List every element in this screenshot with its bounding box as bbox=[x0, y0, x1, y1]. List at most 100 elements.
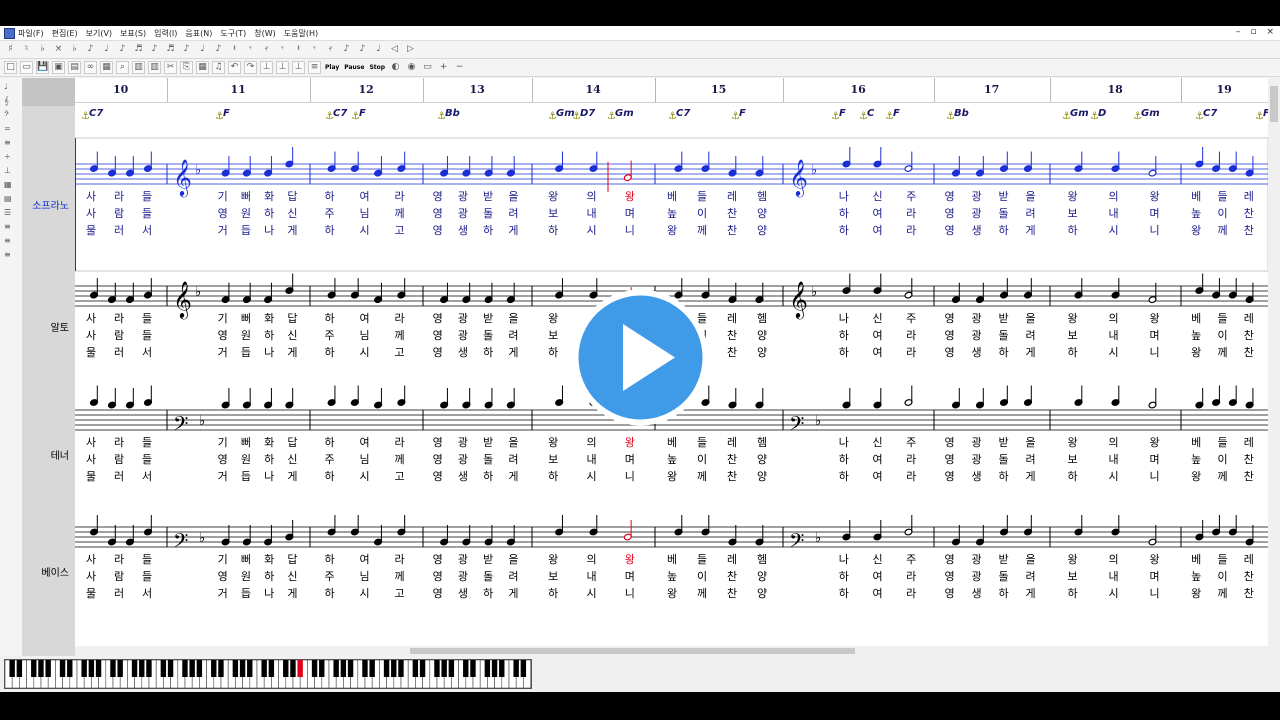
piano-black-key[interactable] bbox=[441, 660, 447, 677]
piano-black-key[interactable] bbox=[311, 660, 318, 677]
toolbar-icon[interactable]: ▥ bbox=[132, 61, 145, 74]
instrument-label-alto[interactable]: 알토 bbox=[22, 319, 75, 334]
piano-black-key[interactable] bbox=[261, 660, 267, 677]
piano-black-key[interactable] bbox=[391, 660, 397, 677]
piano-black-key[interactable] bbox=[131, 660, 138, 677]
play-button[interactable]: Play bbox=[324, 61, 340, 74]
piano-black-key[interactable] bbox=[470, 660, 476, 677]
piano-black-key[interactable] bbox=[463, 660, 469, 677]
menu-item-6[interactable]: 도구(T) bbox=[220, 28, 246, 39]
piano-black-key[interactable] bbox=[419, 660, 426, 677]
note-palette-icon[interactable]: ♪ bbox=[356, 43, 369, 56]
menu-item-1[interactable]: 편집(E) bbox=[52, 28, 78, 39]
toolbar-icon[interactable]: ↶ bbox=[228, 61, 241, 74]
note-palette-icon[interactable]: 𝄾 bbox=[244, 43, 257, 56]
piano-black-key[interactable] bbox=[95, 660, 102, 677]
note-palette-icon[interactable]: ♪ bbox=[340, 43, 353, 56]
piano-black-key[interactable] bbox=[268, 660, 275, 677]
piano-black-key[interactable] bbox=[146, 660, 152, 677]
piano-black-key[interactable] bbox=[16, 660, 23, 677]
toolbar-icon[interactable]: □ bbox=[4, 61, 17, 74]
horizontal-scrollbar[interactable] bbox=[75, 646, 1268, 656]
toolbar-icon[interactable]: ✂ bbox=[164, 61, 177, 74]
piano-black-key[interactable] bbox=[167, 660, 174, 677]
toolbar-icon[interactable]: ↷ bbox=[244, 61, 257, 74]
measure-number[interactable]: 17 bbox=[984, 83, 999, 96]
toolbar-icon[interactable]: ▥ bbox=[148, 61, 161, 74]
pause-button[interactable]: Pause bbox=[343, 61, 365, 74]
vertical-scrollbar[interactable] bbox=[1268, 78, 1280, 672]
menu-item-5[interactable]: 음표(N) bbox=[185, 28, 212, 39]
toolbar-icon[interactable]: ⌕ bbox=[116, 61, 129, 74]
play-icon[interactable] bbox=[569, 286, 712, 429]
piano-black-key[interactable] bbox=[160, 660, 167, 677]
left-tool-icon[interactable]: 𝄢 bbox=[4, 110, 18, 120]
note-palette-icon[interactable]: ♯ bbox=[4, 43, 17, 56]
measure-number[interactable]: 11 bbox=[231, 83, 246, 96]
piano-black-key[interactable] bbox=[513, 660, 519, 677]
horizontal-scroll-thumb[interactable] bbox=[410, 648, 855, 654]
measure-number[interactable]: 12 bbox=[359, 83, 374, 96]
note-palette-icon[interactable]: ♭ bbox=[36, 43, 49, 56]
piano-black-key[interactable] bbox=[45, 660, 51, 677]
piano-black-key[interactable] bbox=[9, 660, 15, 677]
piano-black-key[interactable] bbox=[117, 660, 123, 677]
left-tool-icon[interactable]: ≡ bbox=[4, 138, 18, 148]
measure-number[interactable]: 16 bbox=[851, 83, 866, 96]
left-tool-icon[interactable]: ≡ bbox=[4, 250, 18, 260]
note-palette-icon[interactable]: 𝄿 bbox=[260, 43, 273, 56]
piano-black-key[interactable] bbox=[448, 660, 455, 677]
toolbar-icon[interactable]: ⎘ bbox=[180, 61, 193, 74]
toolbar-icon[interactable]: ▦ bbox=[196, 61, 209, 74]
piano-black-key[interactable] bbox=[88, 660, 95, 677]
piano-black-key[interactable] bbox=[412, 660, 419, 677]
instrument-label-bass[interactable]: 베이스 bbox=[22, 564, 75, 579]
stop-button[interactable]: Stop bbox=[368, 61, 386, 74]
piano-black-key[interactable] bbox=[297, 660, 303, 677]
piano-black-key[interactable] bbox=[67, 660, 73, 677]
left-tool-icon[interactable]: ⊥ bbox=[4, 166, 18, 176]
note-palette-icon[interactable]: ♪ bbox=[180, 43, 193, 56]
piano-black-key[interactable] bbox=[491, 660, 498, 677]
piano-black-key[interactable] bbox=[31, 660, 37, 677]
instrument-label-tenor[interactable]: 테너 bbox=[22, 447, 75, 462]
toolbar-icon[interactable]: ▣ bbox=[52, 61, 65, 74]
piano-black-key[interactable] bbox=[383, 660, 390, 677]
toolbar-icon[interactable]: ▦ bbox=[100, 61, 113, 74]
note-palette-icon[interactable]: × bbox=[52, 43, 65, 56]
menu-item-3[interactable]: 보표(S) bbox=[120, 28, 146, 39]
toolbar-icon[interactable]: ≡ bbox=[308, 61, 321, 74]
menu-item-4[interactable]: 입력(I) bbox=[154, 28, 177, 39]
note-palette-icon[interactable]: ♪ bbox=[148, 43, 161, 56]
toolbar-icon[interactable]: + bbox=[437, 61, 450, 74]
piano-black-key[interactable] bbox=[110, 660, 116, 677]
toolbar-icon[interactable]: ⊥ bbox=[276, 61, 289, 74]
menu-item-2[interactable]: 보기(V) bbox=[86, 28, 112, 39]
piano-black-key[interactable] bbox=[434, 660, 440, 677]
toolbar-icon[interactable]: ⊥ bbox=[260, 61, 273, 74]
note-palette-icon[interactable]: 𝄿 bbox=[324, 43, 337, 56]
toolbar-icon[interactable]: ◐ bbox=[389, 61, 402, 74]
piano-black-key[interactable] bbox=[290, 660, 296, 677]
menu-item-8[interactable]: 도움말(H) bbox=[284, 28, 318, 39]
restore-icon[interactable]: ▫ bbox=[1250, 27, 1256, 37]
piano-black-key[interactable] bbox=[333, 660, 339, 677]
left-tool-icon[interactable]: ▤ bbox=[4, 194, 18, 204]
left-tool-icon[interactable]: ≡ bbox=[4, 236, 18, 246]
piano-black-key[interactable] bbox=[369, 660, 375, 677]
piano-black-key[interactable] bbox=[484, 660, 491, 677]
left-tool-icon[interactable]: ≡ bbox=[4, 222, 18, 232]
note-palette-icon[interactable]: ♭ bbox=[68, 43, 81, 56]
piano-black-key[interactable] bbox=[196, 660, 203, 677]
measure-number[interactable]: 18 bbox=[1108, 83, 1123, 96]
piano-black-key[interactable] bbox=[211, 660, 217, 677]
note-palette-icon[interactable]: ♩ bbox=[196, 43, 209, 56]
toolbar-icon[interactable]: ♫ bbox=[212, 61, 225, 74]
piano-black-key[interactable] bbox=[319, 660, 325, 677]
left-tool-icon[interactable]: = bbox=[4, 124, 18, 134]
note-palette-icon[interactable]: 𝄾 bbox=[276, 43, 289, 56]
piano-black-key[interactable] bbox=[182, 660, 188, 677]
note-palette-icon[interactable]: ♪ bbox=[116, 43, 129, 56]
piano-black-key[interactable] bbox=[347, 660, 354, 677]
piano-black-key[interactable] bbox=[38, 660, 44, 677]
